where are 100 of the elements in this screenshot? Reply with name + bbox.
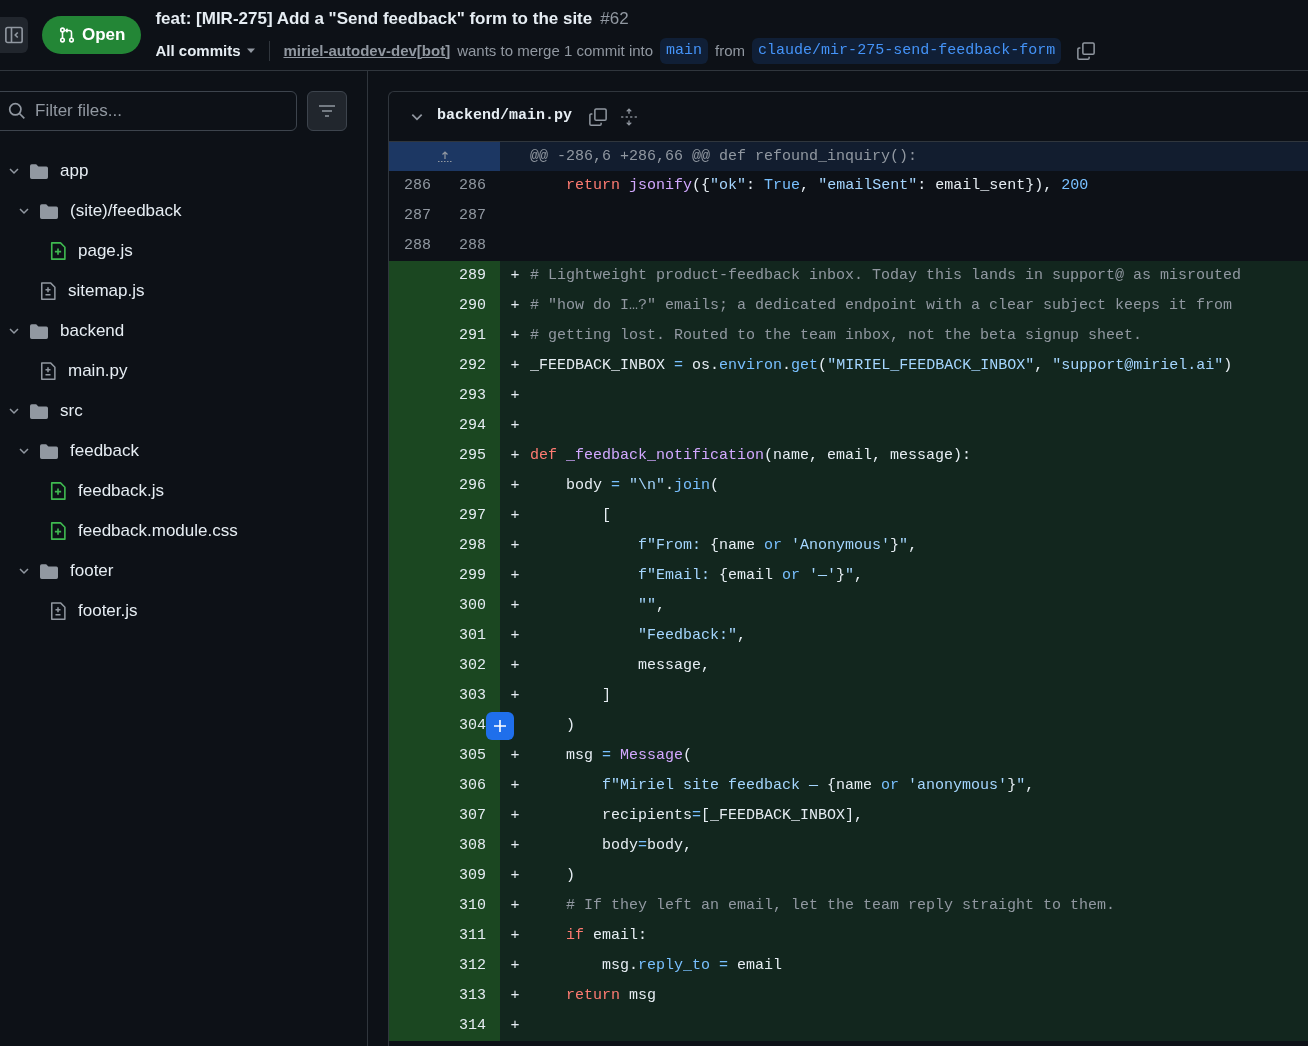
code-line: # If they left an email, let the team reply straight to them.: [565, 895, 1116, 916]
line-number: 289: [458, 266, 487, 286]
line-number: 288: [403, 236, 432, 256]
code-line: f"Email: {email or '—'}",: [637, 565, 864, 586]
folder-icon: [28, 402, 50, 420]
folder-icon: [38, 562, 60, 580]
line-number: 305: [458, 746, 487, 766]
line-number: 308: [458, 836, 487, 856]
code-line: body = "\n".join(: [565, 475, 720, 496]
pull-request-number: #62: [600, 8, 629, 30]
sidebar-icon: [4, 25, 24, 45]
diff-sign: +: [509, 655, 521, 676]
file-name[interactable]: main.py: [68, 358, 128, 384]
diff-sign: +: [509, 505, 521, 526]
diff-sign: +: [509, 985, 521, 1006]
folder-icon: [28, 322, 50, 340]
line-number: 314: [458, 1016, 487, 1036]
line-number: 286: [458, 176, 487, 196]
filter-files-field[interactable]: Filter files...: [0, 91, 297, 131]
folder-name[interactable]: (site)/feedback: [70, 198, 182, 224]
folder-icon: [28, 162, 50, 180]
copy-icon: [1076, 40, 1097, 61]
head-branch-label[interactable]: claude/mir-275-send-feedback-form: [752, 37, 1062, 64]
line-number: 294: [458, 416, 487, 436]
expand-all-button[interactable]: [620, 107, 639, 126]
folder-name[interactable]: app: [60, 158, 89, 184]
code-line: message,: [637, 655, 711, 676]
diff-sign: +: [509, 415, 521, 436]
code-line: # getting lost. Routed to the team inbox, not the beta signup sheet.: [530, 325, 1143, 346]
sidebar-toggle-button[interactable]: [0, 17, 28, 53]
code-line: # "how do I…?" emails; a dedicated endpoint with a clear subject keeps it from: [530, 295, 1233, 316]
code-line: ): [565, 715, 575, 736]
line-number: 287: [458, 206, 487, 226]
line-number: 307: [458, 806, 487, 826]
diff-sign: +: [509, 355, 521, 376]
file-name[interactable]: page.js: [78, 238, 133, 264]
folder-name[interactable]: backend: [60, 318, 125, 344]
line-number: 313: [458, 986, 487, 1006]
code-line: [: [601, 505, 611, 526]
diff-sign: +: [509, 805, 521, 826]
diff-sign: +: [509, 925, 521, 946]
code-line: if email:: [565, 925, 648, 946]
folder-name[interactable]: feedback: [70, 438, 139, 464]
base-branch-label[interactable]: main: [660, 37, 709, 64]
copy-icon: [588, 106, 609, 127]
line-number: 303: [458, 686, 487, 706]
line-number: 301: [458, 626, 487, 646]
code-line: "Feedback:",: [637, 625, 747, 646]
author-link[interactable]: miriel-autodev-dev[bot]: [283, 39, 451, 62]
line-number: 288: [458, 236, 487, 256]
line-number: 302: [458, 656, 487, 676]
code-line: f"From: {name or 'Anonymous'}",: [637, 535, 918, 556]
diff-sign: +: [509, 385, 521, 406]
copy-path-button[interactable]: [588, 106, 609, 127]
plus-icon: [492, 718, 508, 734]
hunk-header: @@ -286,6 +286,66 @@ def refound_inquiry():: [529, 147, 918, 167]
diff-sign: +: [509, 955, 521, 976]
code-line: msg.reply_to = email: [601, 955, 783, 976]
file-name[interactable]: backend/main.py: [437, 105, 573, 128]
diff-sign: +: [509, 1015, 521, 1036]
pull-request-icon: [58, 26, 76, 44]
code-line: ): [565, 865, 575, 886]
diff-sign: +: [509, 895, 521, 916]
line-number: 292: [458, 356, 487, 376]
caret-icon: [246, 47, 257, 54]
merge-text: wants to merge 1 commit into: [457, 40, 654, 61]
line-number: 290: [458, 296, 487, 316]
diff-sign: +: [509, 325, 521, 346]
file-name[interactable]: feedback.js: [78, 478, 164, 504]
file-name[interactable]: feedback.module.css: [78, 518, 238, 544]
line-number: 306: [458, 776, 487, 796]
status-badge: Open: [42, 16, 142, 54]
line-number: 296: [458, 476, 487, 496]
code-line: body=body,: [601, 835, 693, 856]
folder-name[interactable]: footer: [70, 558, 114, 584]
add-comment-button[interactable]: [486, 712, 514, 740]
diff-sign: +: [509, 835, 521, 856]
file-name[interactable]: sitemap.js: [68, 278, 145, 304]
diff-sign: +: [509, 295, 521, 316]
code-line: # Lightweight product-feedback inbox. Today this lands in support@ as misrouted: [530, 265, 1242, 286]
code-line: _FEEDBACK_INBOX = os.environ.get("MIRIEL_FEEDBACK_INBOX", "support@miriel.ai"): [530, 355, 1233, 376]
commits-dropdown[interactable]: All commits: [155, 39, 257, 62]
code-line: return msg: [565, 985, 657, 1006]
code-line: f"Miriel site feedback — {name or 'anonymous'}",: [601, 775, 1035, 796]
code-line: msg = Message(: [565, 745, 693, 766]
line-number: 312: [458, 956, 487, 976]
filter-button[interactable]: [307, 91, 347, 131]
from-text: from: [715, 40, 746, 61]
diff-sign: +: [509, 535, 521, 556]
diff-sign: +: [509, 625, 521, 646]
folder-name[interactable]: src: [60, 398, 83, 424]
line-number: 309: [458, 866, 487, 886]
diff-sign: +: [509, 445, 521, 466]
file-name[interactable]: footer.js: [78, 598, 138, 624]
expand-up-icon: [436, 150, 453, 163]
diff-sign: +: [509, 775, 521, 796]
diff-sign: +: [509, 595, 521, 616]
line-number: 295: [458, 446, 487, 466]
diff-sign: +: [509, 475, 521, 496]
line-number: 298: [458, 536, 487, 556]
